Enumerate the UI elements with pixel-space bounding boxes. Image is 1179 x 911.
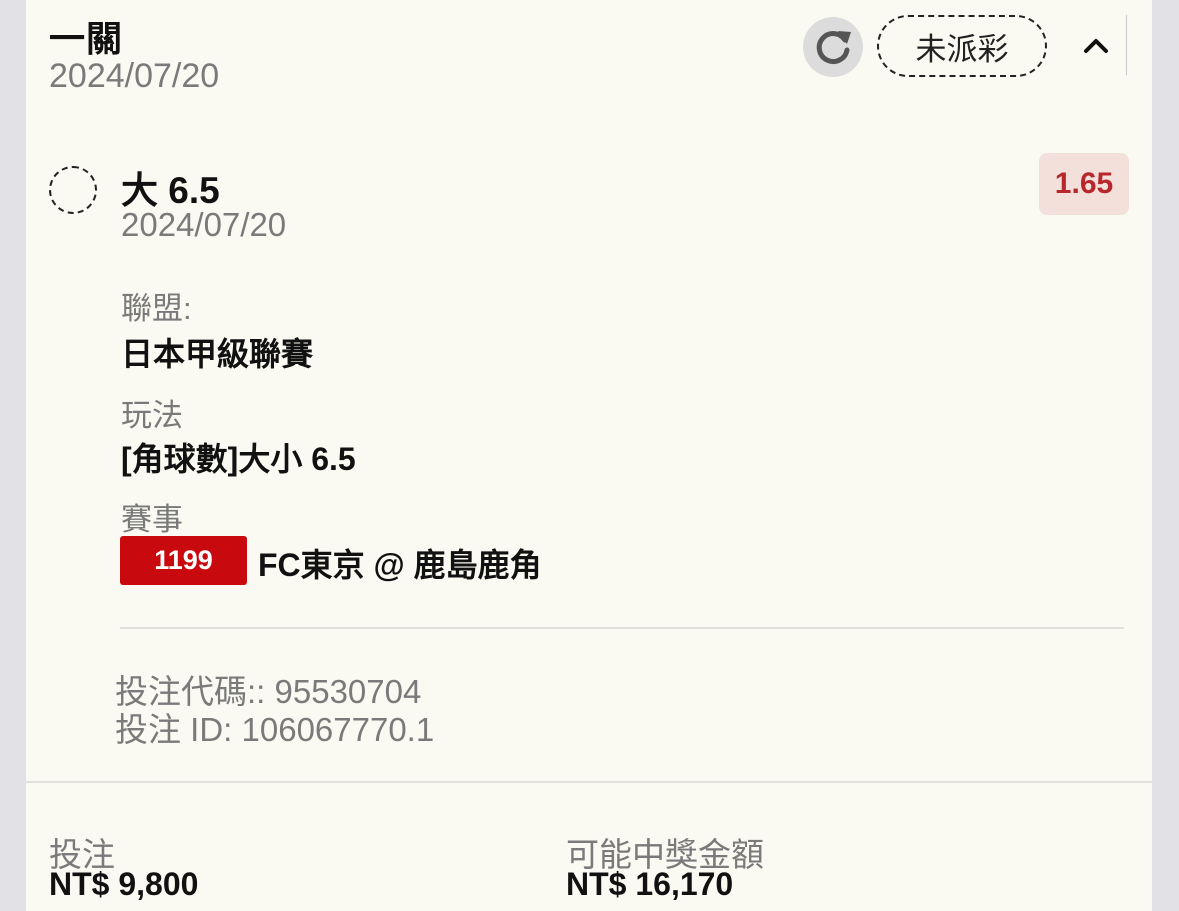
refresh-button[interactable]: [803, 17, 863, 77]
event-label: 賽事: [121, 502, 183, 537]
league-label: 聯盟:: [121, 291, 192, 326]
ticket-type-title: 一關: [49, 18, 124, 59]
selection-status-indicator: [49, 166, 97, 214]
odds-badge: 1.65: [1039, 153, 1129, 215]
footer-divider: [26, 781, 1152, 783]
refresh-icon: [816, 31, 851, 65]
market-label: 玩法: [121, 398, 183, 433]
match-code-badge: 1199: [120, 536, 247, 585]
bet-id: 投注 ID: 106067770.1: [115, 711, 435, 748]
potential-payout-value: NT$ 16,170: [566, 866, 734, 902]
collapse-button[interactable]: [1066, 15, 1127, 75]
selection-date: 2024/07/20: [121, 206, 287, 243]
league-value: 日本甲級聯賽: [121, 336, 314, 372]
chevron-up-icon: [1084, 39, 1108, 53]
stake-value: NT$ 9,800: [49, 866, 199, 902]
section-divider: [120, 627, 1124, 629]
ticket-date: 2024/07/20: [49, 57, 220, 95]
match-name: FC東京 @ 鹿島鹿角: [258, 547, 542, 583]
market-value: [角球數]大小 6.5: [121, 441, 356, 477]
settlement-status-badge: 未派彩: [877, 15, 1047, 77]
bet-ticket-card: 一關 2024/07/20 未派彩 大 6.5 2024/07/20 1.65 …: [26, 0, 1152, 911]
